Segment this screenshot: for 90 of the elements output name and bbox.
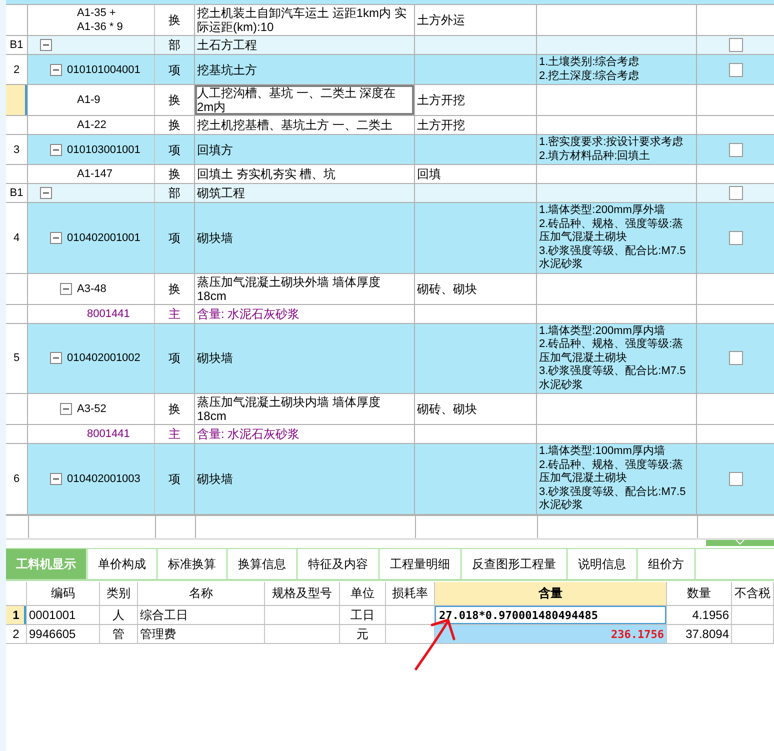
row-number[interactable]: 2: [6, 625, 27, 643]
name-cell: 含量: 水泥石灰砂浆: [195, 304, 415, 322]
item-code: 8001441: [87, 427, 130, 441]
name-cell: 挖土机挖基槽、基坑土方 一、二类土: [195, 116, 415, 134]
column-header[interactable]: 类别: [100, 582, 138, 605]
item-code: A3-52: [77, 402, 106, 416]
collapse-icon[interactable]: [50, 64, 62, 76]
checkbox[interactable]: [728, 38, 742, 52]
row-header-cell[interactable]: [6, 85, 28, 115]
collapse-icon[interactable]: [60, 282, 72, 294]
column-header[interactable]: 名称: [138, 582, 265, 605]
category-cell: 土方开挖: [415, 85, 537, 115]
column-header[interactable]: 数量: [667, 582, 732, 605]
item-code: 8001441: [87, 306, 130, 320]
collapse-handle[interactable]: [706, 540, 774, 546]
checkbox[interactable]: [728, 230, 742, 245]
table-cell: 0001001: [27, 606, 100, 624]
table-cell: 工日: [340, 606, 386, 624]
type-cell: 项: [155, 135, 195, 164]
name-cell: 砌块墙: [195, 444, 415, 514]
collapse-icon[interactable]: [50, 144, 62, 156]
column-header[interactable]: 编码: [27, 582, 100, 605]
table-cell: 37.8094: [667, 625, 732, 643]
name-cell: 土石方工程: [195, 36, 415, 54]
checkbox[interactable]: [728, 186, 742, 200]
column-header[interactable]: 规格及型号: [265, 582, 340, 605]
features-cell: 1.墙体类型:200mm厚外墙 2.砖品种、规格、强度等级:蒸压加气混凝土砌块 3.砂浆强度等级、配合比:M7.5水泥砂浆: [537, 203, 697, 272]
name-cell: 含量: 水泥石灰砂浆: [195, 425, 415, 443]
item-code: A1-22: [77, 118, 106, 132]
name-cell: 蒸压加气混凝土砌块内墙 墙体厚度 18cm: [195, 394, 415, 424]
type-cell: 部: [155, 36, 195, 54]
type-cell: 项: [155, 55, 195, 84]
name-cell: 挖土机装土自卸汽车运土 运距1km内 实际运距(km):10: [195, 5, 415, 35]
name-cell: 回填土 夯实机夯实 槽、坑: [195, 165, 415, 183]
category-cell: 砌砖、砌块: [415, 394, 537, 424]
formula-input[interactable]: 27.018*0.970001480494485: [435, 606, 667, 624]
item-code: 010101004001: [67, 62, 140, 76]
item-code: 010402001002: [67, 351, 140, 366]
row-number[interactable]: 1: [6, 606, 27, 624]
row-header-cell[interactable]: 5: [6, 324, 28, 393]
type-cell: 项: [155, 444, 195, 514]
checkbox[interactable]: [728, 142, 742, 156]
type-cell: 项: [155, 324, 195, 393]
type-cell: 项: [155, 203, 195, 272]
table-cell: 236.1756: [435, 625, 667, 643]
features-cell: 1.墙体类型:100mm厚内墙 2.砖品种、规格、强度等级:蒸压加气混凝土砌块 3.砂浆强度等级、配合比:M7.5水泥砂浆: [537, 444, 697, 514]
checkbox[interactable]: [728, 472, 742, 486]
name-cell: 砌筑工程: [195, 184, 415, 202]
item-code: A1-147: [77, 167, 112, 181]
column-header[interactable]: 单位: [340, 582, 386, 605]
collapse-icon[interactable]: [40, 187, 52, 199]
table-cell: 管理费: [138, 625, 265, 643]
features-cell: 1.墙体类型:200mm厚内墙 2.砖品种、规格、强度等级:蒸压加气混凝土砌块 3.砂浆强度等级、配合比:M7.5水泥砂浆: [537, 324, 697, 393]
column-header[interactable]: 含量: [435, 582, 667, 605]
features-cell: 1.密实度要求:按设计要求考虑 2.填方材料品种:回填土: [537, 135, 697, 164]
category-cell: 土方外运: [415, 5, 537, 35]
table-cell: 4.1956: [667, 606, 732, 624]
type-cell: 换: [155, 274, 195, 304]
item-code: A1-9: [77, 93, 100, 107]
checkbox[interactable]: [728, 62, 742, 76]
item-code: A1-35 + A1-36 * 9: [77, 6, 123, 34]
item-code: A3-48: [77, 282, 106, 296]
features-cell: 1.土壤类别:综合考虑 2.挖土深度:综合考虑: [537, 55, 697, 84]
collapse-icon[interactable]: [40, 39, 52, 51]
collapse-icon[interactable]: [50, 352, 62, 364]
row-header-cell[interactable]: [6, 274, 28, 304]
name-cell: 蒸压加气混凝土砌块外墙 墙体厚度 18cm: [195, 274, 415, 304]
name-cell: 回填方: [195, 135, 415, 164]
item-code: 010402001003: [67, 472, 140, 486]
checkbox[interactable]: [728, 351, 742, 366]
collapse-icon[interactable]: [50, 232, 62, 244]
name-cell[interactable]: 人工挖沟槽、基坑 一、二类土 深度在2m内: [195, 85, 415, 115]
item-code: 010402001001: [67, 230, 140, 245]
table-cell: 人: [100, 606, 138, 624]
name-cell: 砌块墙: [195, 203, 415, 272]
table-cell: 元: [340, 625, 386, 643]
table-cell: 综合工日: [138, 606, 265, 624]
name-cell: 挖基坑土方: [195, 55, 415, 84]
table-cell: 管: [100, 625, 138, 643]
collapse-icon[interactable]: [50, 472, 62, 485]
item-code: 010103001001: [67, 142, 140, 156]
category-cell: 土方开挖: [415, 116, 537, 134]
column-header[interactable]: 不含税: [732, 582, 774, 605]
annotation-arrow: [414, 618, 456, 670]
type-cell: 部: [155, 184, 195, 202]
category-cell: 回填: [415, 165, 537, 183]
category-cell: 砌砖、砌块: [415, 274, 537, 304]
collapse-icon[interactable]: [60, 403, 72, 415]
name-cell: 砌块墙: [195, 324, 415, 393]
table-cell: 9946605: [27, 625, 100, 643]
